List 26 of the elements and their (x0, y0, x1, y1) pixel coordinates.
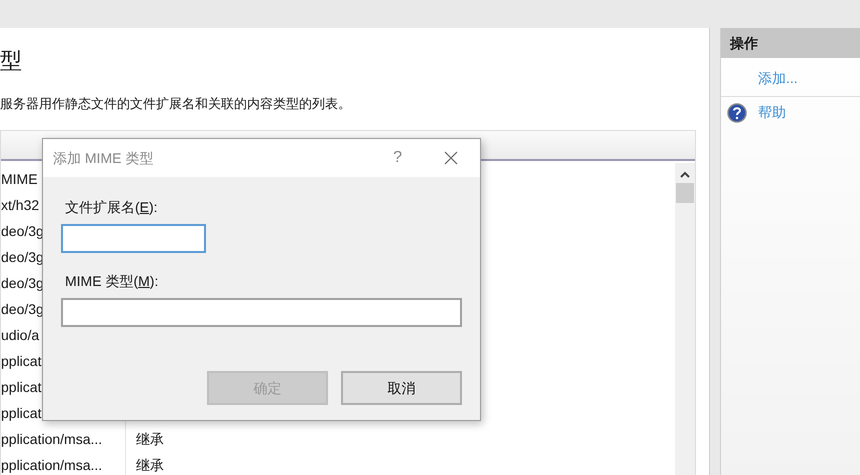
page-heading: 型 (0, 47, 22, 75)
table-cell-text: pplicat (1, 352, 42, 371)
table-cell-text: udio/a (1, 326, 40, 345)
input-field[interactable] (61, 224, 206, 253)
help-button[interactable]: ? (393, 146, 402, 170)
dialog-title: 添加 MIME 类型 (53, 148, 154, 168)
action-link[interactable]: 添加... (758, 68, 798, 88)
help-icon (727, 102, 747, 122)
table-cell-text: MIME (1, 170, 38, 189)
panel-title: 操作 (721, 28, 860, 58)
field-label: MIME 类型(M): (64, 272, 158, 291)
table-cell-text: pplication/msa... (1, 456, 102, 475)
dialog-button[interactable]: 取消 (341, 371, 462, 405)
table-cell-text: pplication/msa... (1, 430, 102, 449)
field-label: 文件扩展名(E): (64, 198, 158, 217)
table-cell-text: 继承 (136, 456, 164, 475)
scrollbar[interactable] (675, 162, 695, 475)
table-cell-text: pplicat (1, 378, 42, 397)
table-cell-text: xt/h32 (1, 196, 40, 215)
close-icon[interactable] (444, 151, 458, 165)
table-cell-text: 继承 (136, 430, 164, 449)
page-description: 服务器用作静态文件的文件扩展名和关联的内容类型的列表。 (0, 95, 351, 113)
input-field[interactable] (61, 298, 462, 327)
table-cell-text: pplicat (1, 404, 42, 423)
action-link[interactable]: 帮助 (758, 102, 786, 123)
scrollbar-thumb[interactable] (676, 182, 694, 202)
